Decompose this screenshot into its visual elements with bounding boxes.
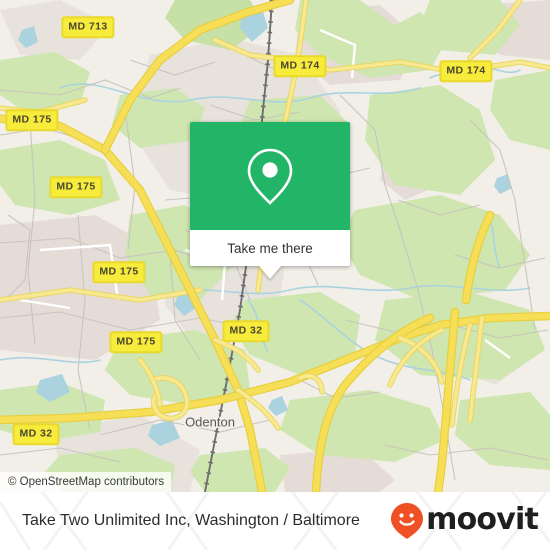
take-me-there-button[interactable]: Take me there (190, 230, 350, 279)
popup-image-panel (190, 122, 350, 230)
road-shield: MD 175 (92, 261, 146, 283)
road-shield: MD 713 (61, 16, 115, 38)
location-popup-card[interactable]: Take me there (190, 122, 350, 279)
map-attribution[interactable]: © OpenStreetMap contributors (0, 472, 172, 492)
moovit-wordmark: moovit (426, 502, 539, 537)
map-canvas[interactable]: .park { fill: #cfe6b0; } .parkd { fill: … (0, 0, 550, 492)
moovit-brand[interactable]: moovit (390, 492, 539, 550)
road-shield: MD 175 (109, 331, 163, 353)
road-shield: MD 175 (5, 109, 59, 131)
road-shield: MD 174 (439, 60, 493, 82)
take-me-there-label: Take me there (227, 240, 313, 256)
road-shield: MD 32 (222, 320, 270, 342)
map-screenshot: .park { fill: #cfe6b0; } .parkd { fill: … (0, 0, 550, 550)
place-label-odenton: Odenton (185, 414, 235, 430)
road-shield: MD 32 (12, 423, 60, 445)
footer-bar: Take Two Unlimited Inc, Washington / Bal… (0, 492, 550, 550)
location-pin-icon (247, 148, 293, 205)
popup-pointer-tail (259, 266, 281, 279)
road-shield: MD 175 (49, 176, 103, 198)
place-title: Take Two Unlimited Inc, Washington / Bal… (22, 512, 360, 529)
road-shield: MD 174 (273, 55, 327, 77)
moovit-smiley-pin-icon (391, 503, 424, 539)
